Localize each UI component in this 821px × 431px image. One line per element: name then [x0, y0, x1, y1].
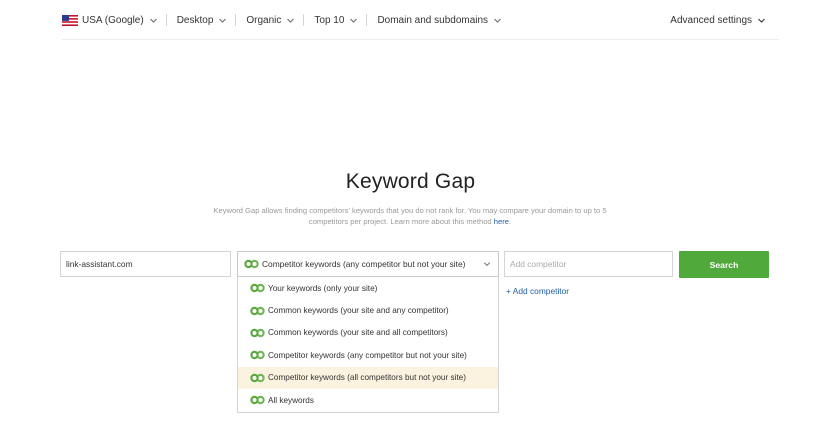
- advanced-settings-label: Advanced settings: [670, 14, 752, 26]
- chevron-down-icon: [483, 260, 491, 268]
- keyword-overlap-icon: [249, 306, 266, 316]
- dropdown-option[interactable]: Common keywords (your site and all compe…: [238, 322, 498, 344]
- domain-input[interactable]: link-assistant.com: [60, 251, 231, 277]
- keyword-overlap-icon: [249, 373, 266, 383]
- competitor-input[interactable]: [510, 259, 660, 269]
- dropdown-option-label: Your keywords (only your site): [268, 283, 378, 293]
- chevron-down-icon: [757, 16, 766, 25]
- filter-search-type-label: Organic: [246, 14, 282, 26]
- dropdown-option-label: All keywords: [268, 395, 314, 405]
- competitor-input-wrapper: [504, 251, 673, 277]
- keyword-type-select[interactable]: Competitor keywords (any competitor but …: [237, 251, 499, 277]
- dropdown-option-label: Competitor keywords (any competitor but …: [268, 350, 467, 360]
- chevron-down-icon: [149, 16, 158, 25]
- filter-domain-scope[interactable]: Domain and subdomains: [377, 8, 502, 32]
- keyword-overlap-icon: [249, 283, 266, 293]
- separator: [165, 14, 167, 26]
- filter-top-results[interactable]: Top 10: [314, 8, 358, 32]
- learn-more-link[interactable]: here: [494, 217, 509, 226]
- search-button[interactable]: Search: [679, 251, 769, 278]
- page-description: Keyword Gap allows finding competitors' …: [200, 205, 620, 227]
- chevron-down-icon: [218, 16, 227, 25]
- filter-device-label: Desktop: [176, 14, 214, 26]
- dropdown-option[interactable]: Common keywords (your site and any compe…: [238, 299, 498, 321]
- page-title: Keyword Gap: [345, 170, 476, 193]
- filter-bar: USA (Google) Desktop Organic Top 10 Doma…: [62, 8, 502, 32]
- keyword-overlap-icon: [249, 395, 266, 405]
- separator: [235, 14, 237, 26]
- description-end: .: [508, 217, 512, 226]
- dropdown-option-label: Competitor keywords (all competitors but…: [268, 373, 466, 383]
- keyword-type-dropdown: Your keywords (only your site) Common ke…: [237, 277, 499, 413]
- chevron-down-icon: [286, 16, 295, 25]
- domain-input-value: link-assistant.com: [66, 259, 133, 269]
- header-divider: [62, 39, 779, 40]
- separator: [366, 14, 368, 26]
- filter-country[interactable]: USA (Google): [62, 8, 158, 32]
- dropdown-option-label: Common keywords (your site and any compe…: [268, 306, 449, 316]
- dropdown-option[interactable]: All keywords: [238, 389, 498, 411]
- description-text: Keyword Gap allows finding competitors' …: [213, 206, 607, 226]
- filter-domain-scope-label: Domain and subdomains: [377, 14, 489, 26]
- dropdown-option[interactable]: Your keywords (only your site): [238, 277, 498, 299]
- add-competitor-link[interactable]: + Add competitor: [506, 286, 569, 296]
- keyword-overlap-icon: [249, 328, 266, 338]
- chevron-down-icon: [493, 16, 502, 25]
- separator: [303, 14, 305, 26]
- filter-country-label: USA (Google): [82, 14, 144, 26]
- chevron-down-icon: [349, 16, 358, 25]
- filter-search-type[interactable]: Organic: [246, 8, 295, 32]
- filter-device[interactable]: Desktop: [177, 8, 228, 32]
- dropdown-option-label: Common keywords (your site and all compe…: [268, 328, 448, 338]
- dropdown-option[interactable]: Competitor keywords (any competitor but …: [238, 344, 498, 366]
- dropdown-option-highlighted[interactable]: Competitor keywords (all competitors but…: [238, 366, 498, 389]
- filter-top-results-label: Top 10: [314, 14, 345, 26]
- selected-option-label: Competitor keywords (any competitor but …: [262, 259, 466, 269]
- advanced-settings-toggle[interactable]: Advanced settings: [670, 8, 766, 32]
- keyword-overlap-icon: [249, 350, 266, 360]
- keyword-overlap-icon: [243, 259, 260, 269]
- usa-flag-icon: [62, 14, 78, 26]
